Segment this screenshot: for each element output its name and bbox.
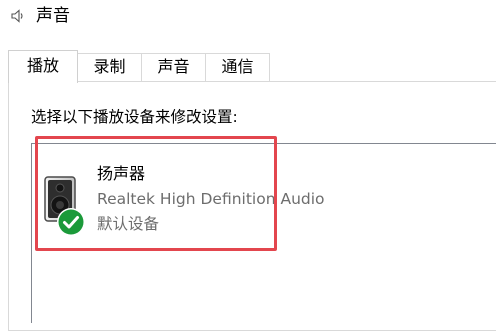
tab-sounds[interactable]: 声音 (141, 53, 206, 81)
tab-strip: 播放 录制 声音 通信 (0, 50, 496, 83)
tab-playback[interactable]: 播放 (8, 50, 78, 83)
instruction-label: 选择以下播放设备来修改设置: (31, 108, 238, 126)
speaker-icon (11, 9, 23, 23)
tab-recording[interactable]: 录制 (77, 53, 142, 81)
device-list-item[interactable]: 扬声器 Realtek High Definition Audio 默认设备 (36, 151, 436, 243)
device-name: 扬声器 (97, 164, 146, 183)
default-check-icon (57, 208, 85, 236)
device-status: 默认设备 (97, 215, 160, 233)
tab-communications[interactable]: 通信 (205, 53, 270, 81)
device-driver: Realtek High Definition Audio (97, 190, 325, 208)
title-bar: 声音 (0, 0, 496, 32)
window-title: 声音 (36, 6, 70, 26)
playback-device-list[interactable]: 扬声器 Realtek High Definition Audio 默认设备 (31, 143, 496, 323)
